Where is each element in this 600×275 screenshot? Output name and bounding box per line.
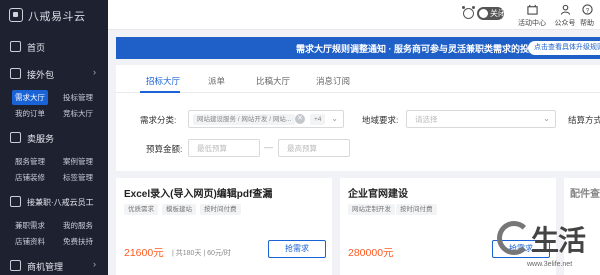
shop-icon [10,132,21,143]
sidebar-group-label: 接外包 [27,70,55,80]
activity-icon [526,4,538,15]
logo-icon [9,8,23,22]
sidebar: 首页 接外包 › 需求大厅 投标管理 我的订单 竞标大厅 卖服务 服务管理 案例… [0,30,108,275]
svg-text:?: ? [585,7,589,14]
briefcase-icon [10,68,21,79]
sidebar-item-parttime-demand[interactable]: 兼职需求 [12,218,48,233]
budget-max-placeholder: 最高预算 [287,144,317,153]
help-label: 帮助 [580,20,594,27]
budget-separator: — [264,142,273,152]
card-title: 企业官网建设 [348,189,408,200]
watermark: 生活 www.3elife.net [497,217,600,275]
banner-text: 需求大厅规则调整通知 · 服务商可参与灵活兼职类需求的投标 [296,44,538,54]
sidebar-group-label: 商机管理 [27,262,64,272]
help-icon: ? [581,4,593,15]
tab-dispatch[interactable]: 派单 [208,75,225,87]
top-header: 八戒易斗云 关闭 活动中心 公众号 ? 帮助 [0,0,600,30]
home-icon [10,41,21,52]
budget-min-input[interactable]: 最低预算 [188,139,260,157]
card-tag: 模板建站 [162,204,196,215]
sidebar-group-store[interactable]: 商机管理 › [0,255,108,275]
sidebar-item-tag-manage[interactable]: 标签管理 [60,170,96,185]
card-tag: 网站定制开发 [348,204,395,215]
sidebar-group-label: 接兼职·八戒云员工 [27,198,94,207]
store-icon [10,260,21,271]
sidebar-group-outsource[interactable]: 接外包 › [0,63,108,85]
card-tag: 按时间付费 [396,204,437,215]
chevron-right-icon: › [93,67,96,77]
category-label: 需求分类: [140,115,177,125]
filter-panel: 招标大厅 派单 比稿大厅 消息订阅 需求分类: 网站建设服务 / 网站开发 / … [116,65,600,171]
card-price: 280000元 [348,247,394,259]
sidebar-item-my-orders[interactable]: 我的订单 [12,106,48,121]
category-select[interactable]: 网站建设服务 / 网站开发 / 网站... ✕ +4 ⌄ [188,110,344,128]
tab-bid-hall[interactable]: 招标大厅 [146,75,180,87]
tab-contest-hall[interactable]: 比稿大厅 [256,75,290,87]
activity-center-label: 活动中心 [518,20,546,27]
chevron-right-icon: › [93,259,96,269]
sidebar-item-contest-hall[interactable]: 竞标大厅 [60,106,96,121]
toggle-label: 关闭 [490,9,506,18]
budget-min-placeholder: 最低预算 [197,144,227,153]
sidebar-item-store-info[interactable]: 店铺资料 [12,234,48,249]
sidebar-group-parttime[interactable]: 接兼职·八戒云员工 [0,191,108,213]
budget-label: 预算金额: [146,144,183,154]
active-tab-indicator [140,91,180,93]
close-icon[interactable]: ✕ [295,114,305,124]
tab-bar: 招标大厅 派单 比稿大厅 消息订阅 [116,65,600,93]
sidebar-group-label: 卖服务 [27,134,55,144]
card-title: Excel录入(导入网页)编辑pdf查漏 [124,189,273,200]
sidebar-item-store-decor[interactable]: 店铺装修 [12,170,48,185]
card-price-meta: | 共180天 | 60元/时 [172,250,231,257]
card-title: 配件查... [570,189,600,200]
tab-message-subscribe[interactable]: 消息订阅 [316,75,350,87]
card-tag: 优质需求 [124,204,158,215]
notice-banner: 需求大厅规则调整通知 · 服务商可参与灵活兼职类需求的投标 点击查看具体升级规则… [116,37,600,59]
toggle-knob [479,9,488,18]
category-more-tag: +4 [310,114,326,125]
sidebar-item-free-support[interactable]: 免费扶持 [60,234,96,249]
sidebar-item-home[interactable]: 首页 [0,36,108,58]
budget-max-input[interactable]: 最高预算 [278,139,350,157]
region-placeholder: 请选择 [415,115,438,124]
watermark-logo-icon [497,221,531,255]
demand-card[interactable]: Excel录入(导入网页)编辑pdf查漏 优质需求 模板建站 按时间付费 216… [116,178,332,275]
chevron-down-icon: ⌄ [543,114,550,123]
mode-toggle[interactable]: 关闭 [477,7,506,20]
sidebar-group-sell[interactable]: 卖服务 [0,127,108,149]
sidebar-item-case-manage[interactable]: 案例管理 [60,154,96,169]
grab-demand-button[interactable]: 抢需求 [268,240,326,258]
person-icon [10,196,21,207]
user-icon [560,4,570,15]
banner-details-button[interactable]: 点击查看具体升级规则 ▶ [528,41,600,55]
card-tag: 按时间付费 [200,204,241,215]
settlement-label: 结算方式: [568,115,600,125]
help-button[interactable]: ? 帮助 [574,4,600,28]
category-tag: 网站建设服务 / 网站开发 / 网站... [193,114,296,125]
sidebar-item-my-services[interactable]: 我的服务 [60,218,96,233]
sidebar-item-bid-manage[interactable]: 投标管理 [60,90,96,105]
chevron-down-icon: ⌄ [331,114,338,123]
card-price: 21600元 [124,247,164,259]
alarm-clock-icon[interactable] [462,6,475,19]
region-label: 地域要求: [362,115,399,125]
brand[interactable]: 八戒易斗云 [0,0,108,30]
watermark-text: 生活 [531,225,586,256]
sidebar-item-demand-hall[interactable]: 需求大厅 [12,90,48,105]
region-select[interactable]: 请选择 ⌄ [406,110,556,128]
activity-center-button[interactable]: 活动中心 [514,4,550,28]
watermark-url: www.3elife.net [527,261,573,268]
sidebar-home-label: 首页 [27,43,46,53]
sidebar-item-service-manage[interactable]: 服务管理 [12,154,48,169]
brand-name: 八戒易斗云 [28,11,86,23]
